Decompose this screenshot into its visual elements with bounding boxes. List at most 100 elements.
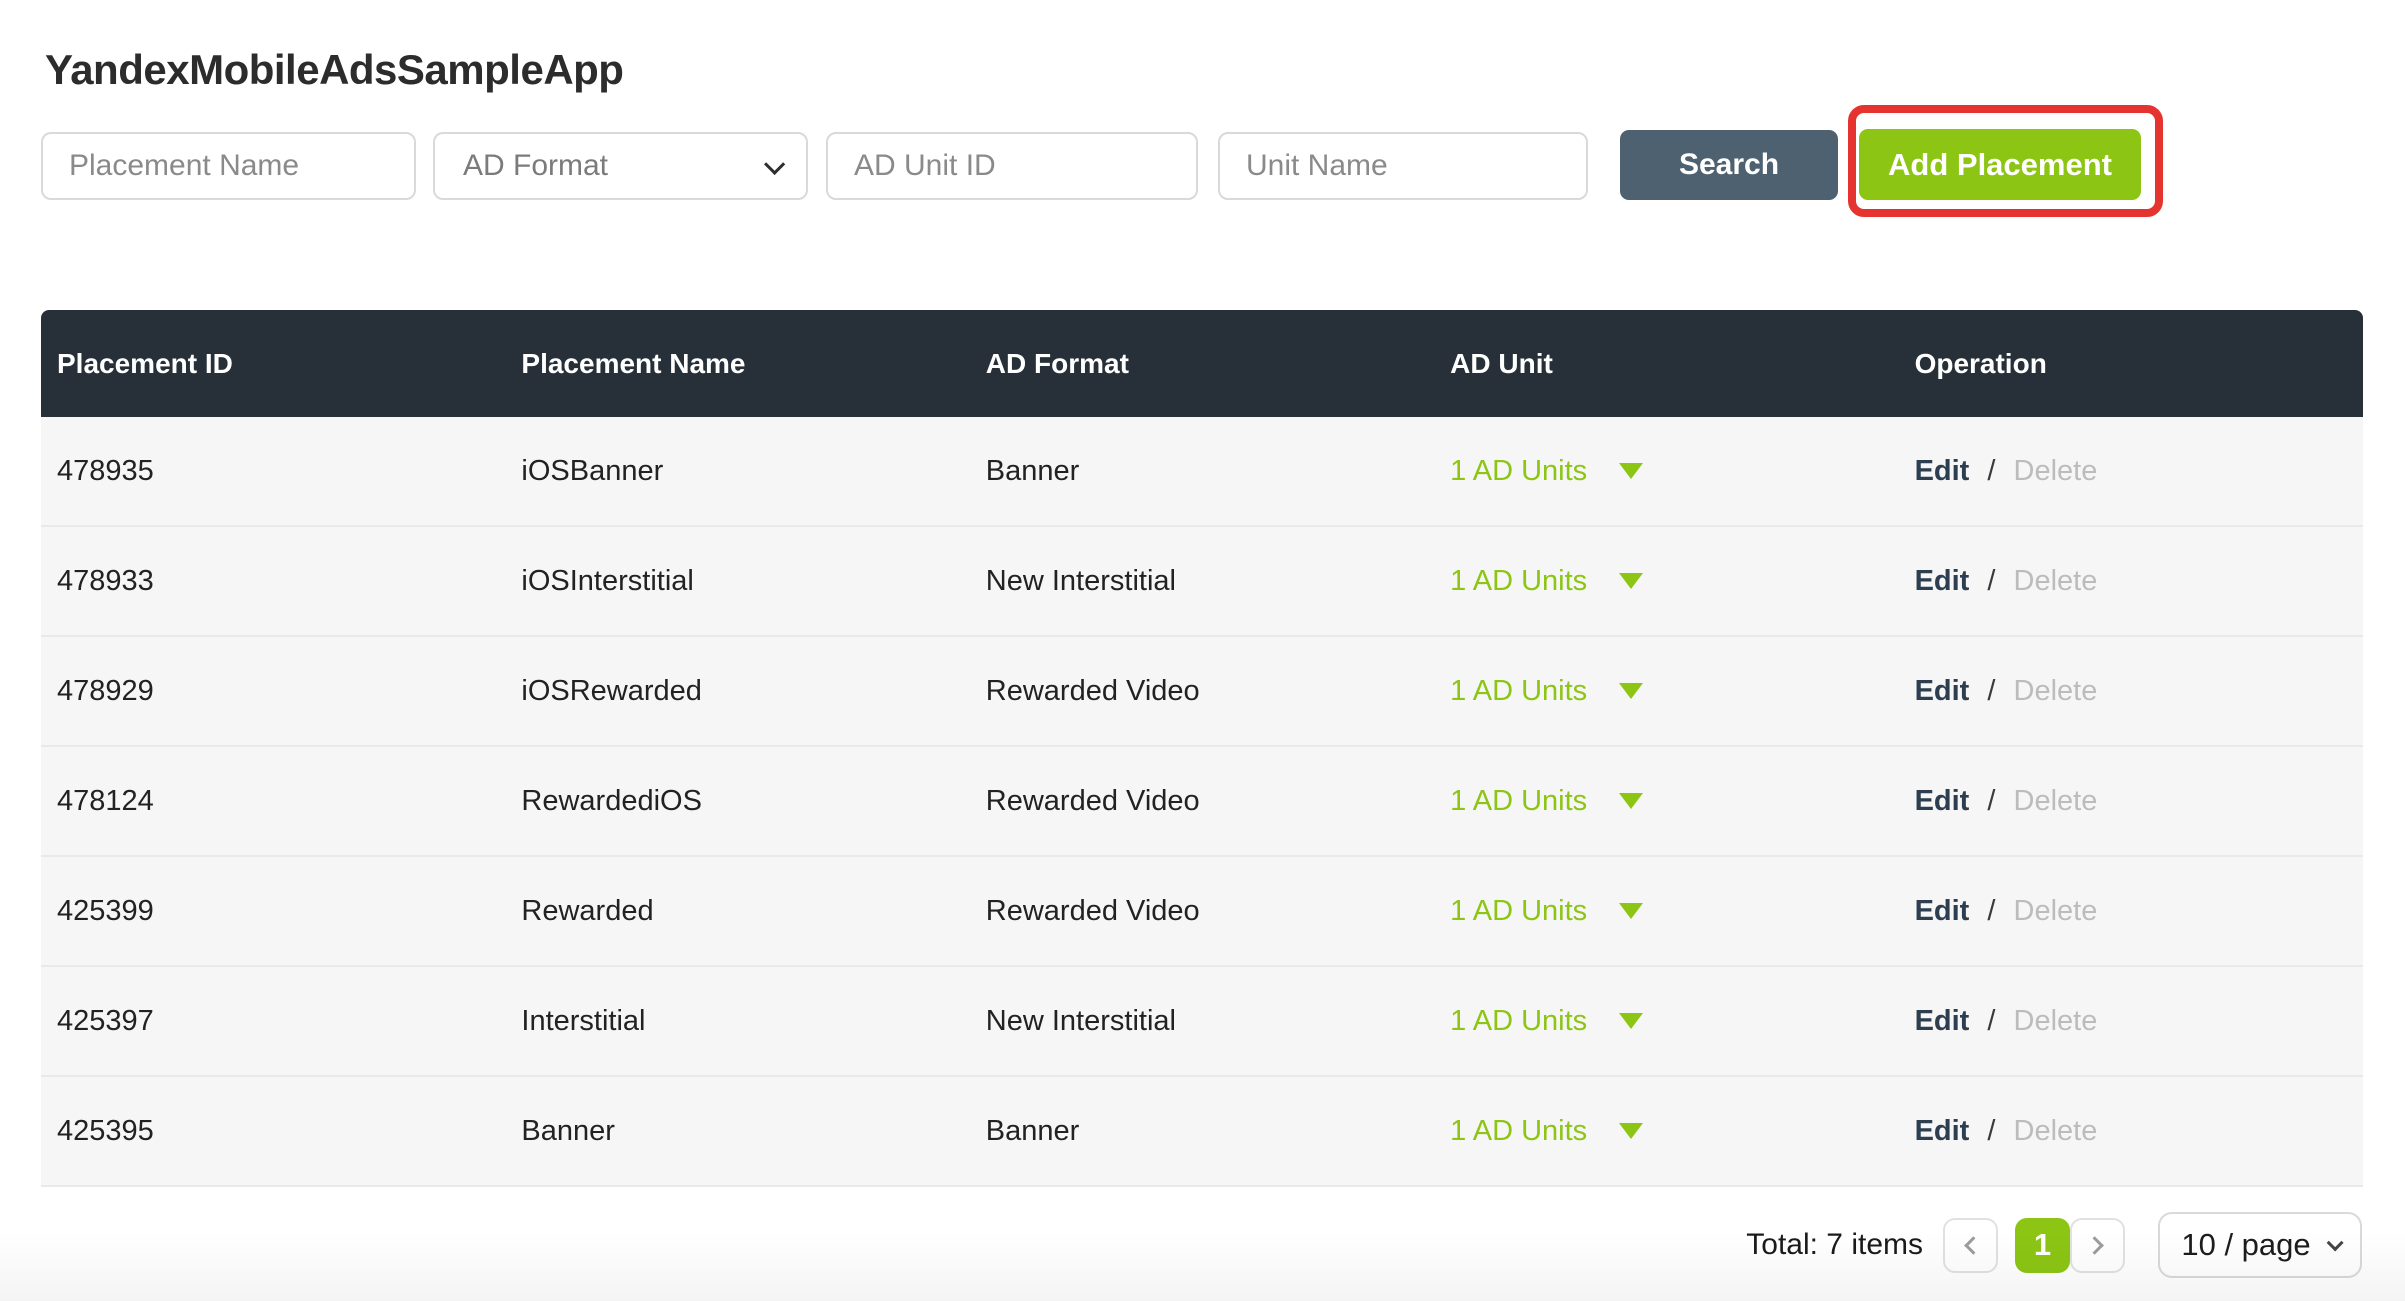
table-row: 478935 iOSBanner Banner 1 AD Units Edit … (41, 417, 2363, 527)
cell-placement-name: iOSRewarded (505, 675, 969, 708)
cell-placement-id: 425399 (41, 895, 505, 928)
ad-units-dropdown-toggle[interactable]: 1 AD Units (1450, 565, 1643, 598)
total-items-text: Total: 7 items (1746, 1228, 1923, 1262)
page-size-select[interactable]: 10 / page (2158, 1212, 2362, 1278)
cell-ad-format: Rewarded Video (970, 785, 1434, 818)
ad-units-dropdown-toggle[interactable]: 1 AD Units (1450, 1115, 1643, 1148)
ad-units-count: 1 AD Units (1450, 675, 1587, 708)
cell-placement-name: iOSInterstitial (505, 565, 969, 598)
delete-link[interactable]: Delete (2014, 1115, 2098, 1147)
ad-units-dropdown-toggle[interactable]: 1 AD Units (1450, 895, 1643, 928)
cell-placement-id: 425397 (41, 1005, 505, 1038)
page-title: YandexMobileAdsSampleApp (45, 46, 623, 94)
table-header: Placement ID Placement Name AD Format AD… (41, 310, 2363, 417)
chevron-down-icon (764, 153, 785, 174)
cell-operation: Edit / Delete (1899, 895, 2363, 928)
caret-down-icon (1619, 463, 1643, 479)
ad-format-select-value: AD Format (463, 149, 765, 183)
cell-placement-name: Interstitial (505, 1005, 969, 1038)
edit-link[interactable]: Edit (1915, 455, 1970, 487)
ad-units-count: 1 AD Units (1450, 1115, 1587, 1148)
ad-units-count: 1 AD Units (1450, 455, 1587, 488)
column-header-operation: Operation (1899, 348, 2363, 380)
caret-down-icon (1619, 573, 1643, 589)
delete-link[interactable]: Delete (2014, 455, 2098, 487)
delete-link[interactable]: Delete (2014, 675, 2098, 707)
table-row: 425395 Banner Banner 1 AD Units Edit / D… (41, 1077, 2363, 1187)
cell-ad-format: New Interstitial (970, 1005, 1434, 1038)
table-row: 478929 iOSRewarded Rewarded Video 1 AD U… (41, 637, 2363, 747)
cell-ad-format: Rewarded Video (970, 895, 1434, 928)
cell-ad-unit: 1 AD Units (1434, 895, 1898, 928)
ad-units-count: 1 AD Units (1450, 565, 1587, 598)
operation-separator: / (1987, 675, 1995, 707)
edit-link[interactable]: Edit (1915, 1005, 1970, 1037)
edit-link[interactable]: Edit (1915, 895, 1970, 927)
table-row: 425397 Interstitial New Interstitial 1 A… (41, 967, 2363, 1077)
ad-units-dropdown-toggle[interactable]: 1 AD Units (1450, 785, 1643, 818)
ad-units-count: 1 AD Units (1450, 1005, 1587, 1038)
table-row: 478124 RewardediOS Rewarded Video 1 AD U… (41, 747, 2363, 857)
delete-link[interactable]: Delete (2014, 1005, 2098, 1037)
caret-down-icon (1619, 903, 1643, 919)
cell-placement-name: Rewarded (505, 895, 969, 928)
column-header-placement-id: Placement ID (41, 348, 505, 380)
cell-placement-id: 478929 (41, 675, 505, 708)
search-button[interactable]: Search (1620, 130, 1838, 200)
delete-link[interactable]: Delete (2014, 895, 2098, 927)
cell-ad-unit: 1 AD Units (1434, 675, 1898, 708)
prev-page-button[interactable] (1943, 1218, 1998, 1273)
cell-operation: Edit / Delete (1899, 1005, 2363, 1038)
pagination-bar: Total: 7 items 1 10 / page (1746, 1211, 2362, 1279)
cell-operation: Edit / Delete (1899, 675, 2363, 708)
cell-ad-format: Rewarded Video (970, 675, 1434, 708)
table-body: 478935 iOSBanner Banner 1 AD Units Edit … (41, 417, 2363, 1187)
ad-units-dropdown-toggle[interactable]: 1 AD Units (1450, 1005, 1643, 1038)
placement-name-input[interactable] (41, 132, 416, 200)
next-page-button[interactable] (2070, 1218, 2125, 1273)
cell-ad-format: New Interstitial (970, 565, 1434, 598)
edit-link[interactable]: Edit (1915, 565, 1970, 597)
cell-placement-id: 478935 (41, 455, 505, 488)
cell-ad-format: Banner (970, 1115, 1434, 1148)
delete-link[interactable]: Delete (2014, 785, 2098, 817)
cell-placement-name: iOSBanner (505, 455, 969, 488)
cell-operation: Edit / Delete (1899, 1115, 2363, 1148)
page-size-value: 10 / page (2181, 1227, 2310, 1263)
operation-separator: / (1987, 785, 1995, 817)
ad-units-dropdown-toggle[interactable]: 1 AD Units (1450, 675, 1643, 708)
unit-name-input[interactable] (1218, 132, 1588, 200)
operation-separator: / (1987, 1115, 1995, 1147)
cell-placement-name: Banner (505, 1115, 969, 1148)
column-header-ad-format: AD Format (970, 348, 1434, 380)
table-row: 425399 Rewarded Rewarded Video 1 AD Unit… (41, 857, 2363, 967)
cell-ad-unit: 1 AD Units (1434, 455, 1898, 488)
ad-units-count: 1 AD Units (1450, 785, 1587, 818)
caret-down-icon (1619, 1123, 1643, 1139)
ad-units-dropdown-toggle[interactable]: 1 AD Units (1450, 455, 1643, 488)
chevron-down-icon (2326, 1234, 2343, 1251)
operation-separator: / (1987, 1005, 1995, 1037)
cell-ad-unit: 1 AD Units (1434, 1115, 1898, 1148)
cell-placement-id: 425395 (41, 1115, 505, 1148)
cell-ad-format: Banner (970, 455, 1434, 488)
cell-placement-id: 478124 (41, 785, 505, 818)
column-header-ad-unit: AD Unit (1434, 348, 1898, 380)
column-header-placement-name: Placement Name (505, 348, 969, 380)
ad-unit-id-input[interactable] (826, 132, 1198, 200)
edit-link[interactable]: Edit (1915, 785, 1970, 817)
delete-link[interactable]: Delete (2014, 565, 2098, 597)
cell-placement-id: 478933 (41, 565, 505, 598)
add-placement-button[interactable]: Add Placement (1859, 129, 2141, 200)
cell-operation: Edit / Delete (1899, 565, 2363, 598)
table-row: 478933 iOSInterstitial New Interstitial … (41, 527, 2363, 637)
caret-down-icon (1619, 1013, 1643, 1029)
edit-link[interactable]: Edit (1915, 675, 1970, 707)
ad-format-select[interactable]: AD Format (433, 132, 808, 200)
operation-separator: / (1987, 455, 1995, 487)
chevron-right-icon (2085, 1236, 2103, 1254)
cell-operation: Edit / Delete (1899, 785, 2363, 818)
page-number-1[interactable]: 1 (2015, 1218, 2070, 1273)
edit-link[interactable]: Edit (1915, 1115, 1970, 1147)
caret-down-icon (1619, 793, 1643, 809)
